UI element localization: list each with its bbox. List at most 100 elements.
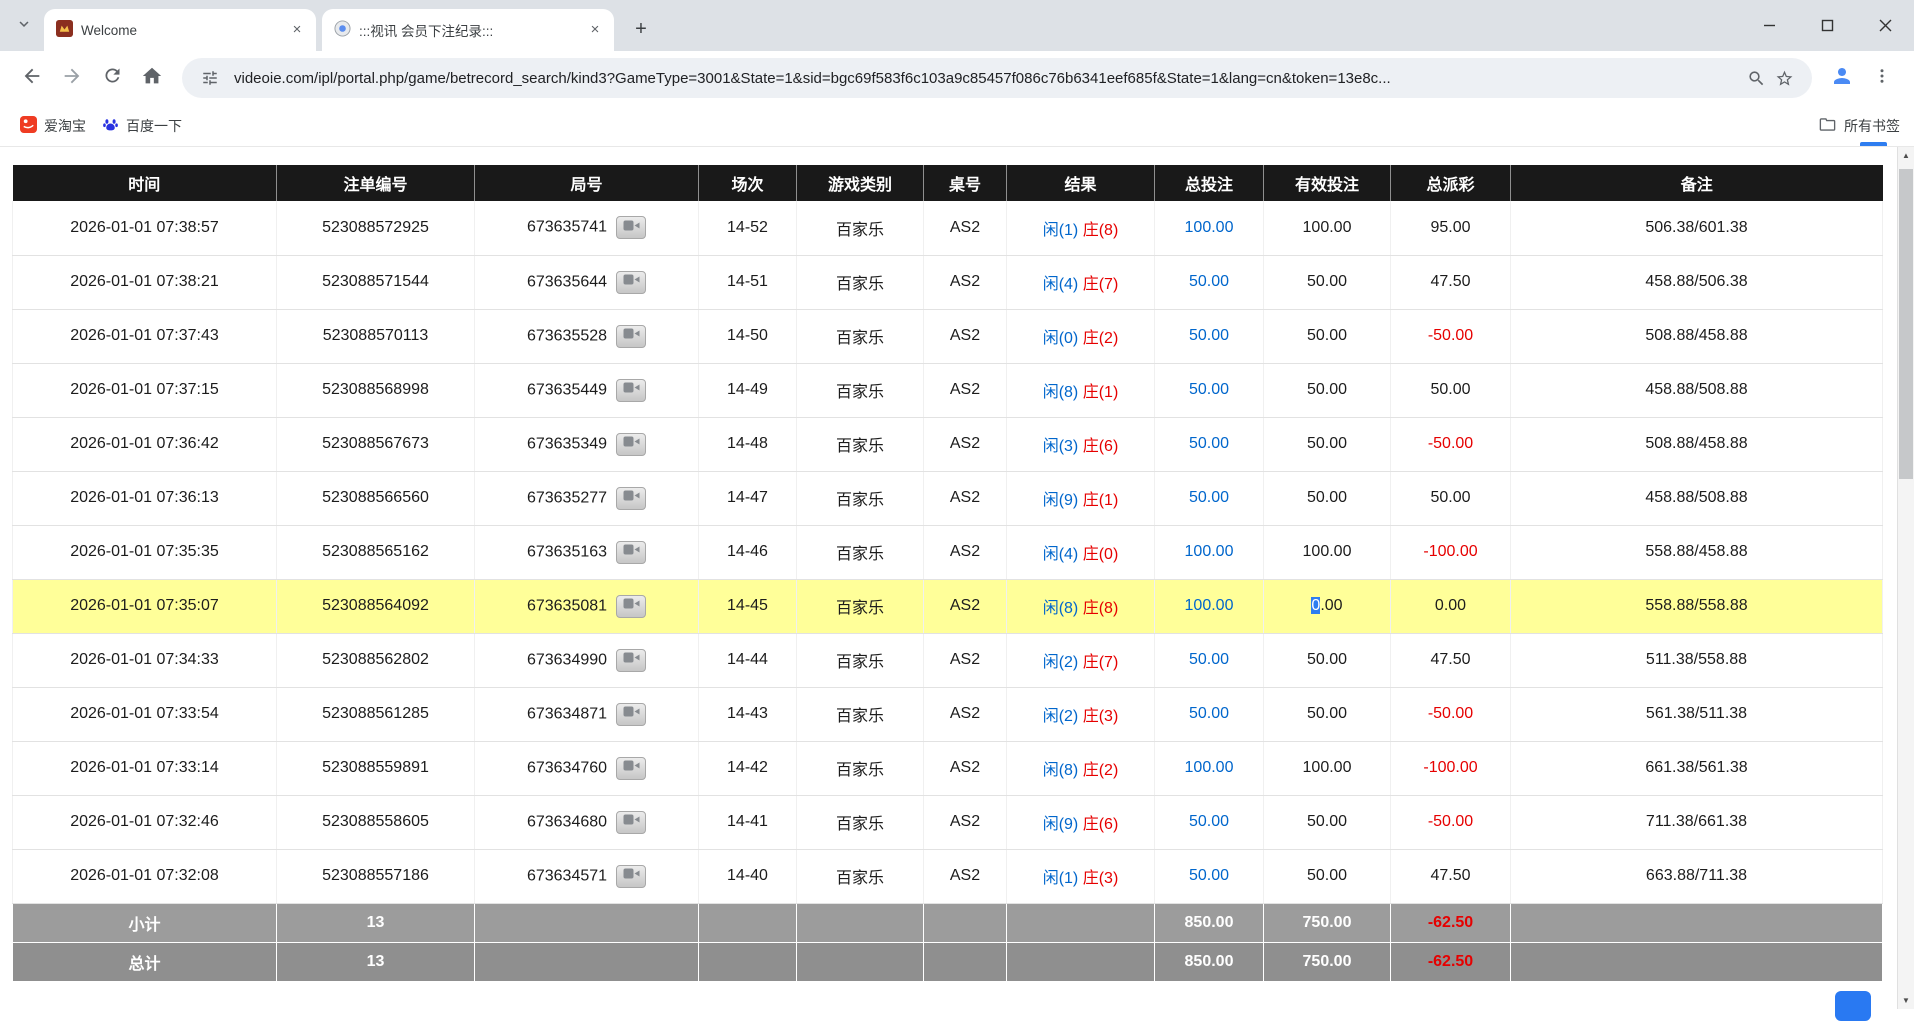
bookmark-baidu[interactable]: 百度一下 [94, 112, 190, 140]
cell-result: 闲(2) 庄(7) [1007, 633, 1155, 687]
player-result: 闲(9) [1043, 492, 1079, 509]
total-bet-link[interactable]: 100.00 [1185, 759, 1234, 776]
chevron-down-icon [15, 15, 33, 38]
video-replay-button[interactable] [616, 865, 646, 888]
browser-menu-button[interactable] [1862, 58, 1902, 98]
site-settings-icon[interactable] [196, 64, 224, 92]
cell-result: 闲(9) 庄(1) [1007, 471, 1155, 525]
video-camera-icon [623, 705, 640, 723]
total-bet-link[interactable]: 50.00 [1189, 435, 1229, 452]
forward-button[interactable] [52, 58, 92, 98]
table-row[interactable]: 2026-01-01 07:37:43523088570113673635528… [13, 309, 1883, 363]
total-bet-link[interactable]: 100.00 [1185, 597, 1234, 614]
total-bet-link[interactable]: 50.00 [1189, 327, 1229, 344]
table-row[interactable]: 2026-01-01 07:35:07523088564092673635081… [13, 579, 1883, 633]
footer-empty-cell [1007, 903, 1155, 942]
total-row: 总计 13 850.00 750.00 -62.50 [13, 942, 1883, 981]
cell-remark: 511.38/558.88 [1511, 633, 1883, 687]
floating-action-button[interactable] [1835, 991, 1871, 1021]
window-close-button[interactable] [1856, 0, 1914, 51]
total-count: 13 [277, 942, 475, 981]
table-row[interactable]: 2026-01-01 07:33:14523088559891673634760… [13, 741, 1883, 795]
video-replay-button[interactable] [616, 595, 646, 618]
banker-result: 庄(2) [1083, 330, 1119, 347]
video-replay-button[interactable] [616, 703, 646, 726]
zoom-icon[interactable] [1742, 64, 1770, 92]
tab-close-icon[interactable]: × [288, 21, 306, 39]
address-bar[interactable]: videoie.com/ipl/portal.php/game/betrecor… [182, 58, 1812, 98]
total-bet-link[interactable]: 100.00 [1185, 543, 1234, 560]
table-row[interactable]: 2026-01-01 07:33:54523088561285673634871… [13, 687, 1883, 741]
total-bet-link[interactable]: 50.00 [1189, 489, 1229, 506]
cell-payout: -50.00 [1391, 687, 1511, 741]
cell-session: 14-40 [699, 849, 797, 903]
video-replay-button[interactable] [616, 325, 646, 348]
cell-table-no: AS2 [924, 741, 1007, 795]
taobao-icon [20, 116, 37, 136]
col-header-payout: 总派彩 [1391, 165, 1511, 201]
home-button[interactable] [132, 58, 172, 98]
tab-bet-records[interactable]: :::视讯 会员下注纪录::: × [322, 9, 614, 51]
total-bet-link[interactable]: 50.00 [1189, 273, 1229, 290]
video-replay-button[interactable] [616, 811, 646, 834]
footer-empty-cell [924, 942, 1007, 981]
video-replay-button[interactable] [616, 433, 646, 456]
profile-avatar[interactable] [1822, 58, 1862, 98]
video-replay-button[interactable] [616, 541, 646, 564]
page-scrollbar[interactable]: ▲ ▼ [1897, 147, 1914, 1009]
new-tab-button[interactable]: + [626, 14, 656, 44]
player-result: 闲(2) [1043, 654, 1079, 671]
total-bet-link[interactable]: 50.00 [1189, 381, 1229, 398]
total-total-bet: 850.00 [1155, 942, 1264, 981]
video-replay-button[interactable] [616, 379, 646, 402]
cell-bet-id: 523088559891 [277, 741, 475, 795]
cell-session: 14-45 [699, 579, 797, 633]
table-row[interactable]: 2026-01-01 07:37:15523088568998673635449… [13, 363, 1883, 417]
back-button[interactable] [12, 58, 52, 98]
table-row[interactable]: 2026-01-01 07:38:57523088572925673635741… [13, 201, 1883, 255]
video-replay-button[interactable] [616, 271, 646, 294]
scrollbar-thumb[interactable] [1899, 169, 1913, 479]
player-result: 闲(3) [1043, 438, 1079, 455]
cell-round: 673634760 [475, 741, 699, 795]
cell-bet-id: 523088567673 [277, 417, 475, 471]
table-row[interactable]: 2026-01-01 07:36:42523088567673673635349… [13, 417, 1883, 471]
window-minimize-button[interactable] [1740, 0, 1798, 51]
table-row[interactable]: 2026-01-01 07:36:13523088566560673635277… [13, 471, 1883, 525]
table-row[interactable]: 2026-01-01 07:34:33523088562802673634990… [13, 633, 1883, 687]
cell-remark: 508.88/458.88 [1511, 417, 1883, 471]
window-maximize-button[interactable] [1798, 0, 1856, 51]
cell-total-bet: 50.00 [1155, 363, 1264, 417]
scrollbar-up-button[interactable]: ▲ [1898, 147, 1914, 164]
cell-valid-bet: 50.00 [1264, 687, 1391, 741]
total-bet-link[interactable]: 50.00 [1189, 813, 1229, 830]
total-bet-link[interactable]: 50.00 [1189, 651, 1229, 668]
video-replay-button[interactable] [616, 216, 646, 239]
cell-session: 14-44 [699, 633, 797, 687]
cell-table-no: AS2 [924, 687, 1007, 741]
total-bet-link[interactable]: 50.00 [1189, 867, 1229, 884]
video-replay-button[interactable] [616, 487, 646, 510]
bookmark-taobao[interactable]: 爱淘宝 [12, 112, 94, 140]
tab-welcome[interactable]: Welcome × [44, 9, 316, 51]
all-bookmarks-button[interactable]: 所有书签 [1818, 105, 1900, 147]
total-bet-link[interactable]: 100.00 [1185, 219, 1234, 236]
scrollbar-down-button[interactable]: ▼ [1898, 992, 1914, 1009]
reload-button[interactable] [92, 58, 132, 98]
total-bet-link[interactable]: 50.00 [1189, 705, 1229, 722]
url-text[interactable]: videoie.com/ipl/portal.php/game/betrecor… [234, 70, 1732, 87]
folder-icon [1818, 115, 1837, 137]
table-row[interactable]: 2026-01-01 07:32:46523088558605673634680… [13, 795, 1883, 849]
banker-result: 庄(7) [1083, 276, 1119, 293]
video-replay-button[interactable] [616, 649, 646, 672]
cell-table-no: AS2 [924, 201, 1007, 255]
video-camera-icon [623, 273, 640, 291]
table-row[interactable]: 2026-01-01 07:38:21523088571544673635644… [13, 255, 1883, 309]
table-row[interactable]: 2026-01-01 07:35:35523088565162673635163… [13, 525, 1883, 579]
subtotal-row: 小计 13 850.00 750.00 -62.50 [13, 903, 1883, 942]
table-row[interactable]: 2026-01-01 07:32:08523088557186673634571… [13, 849, 1883, 903]
bookmark-star-icon[interactable] [1770, 64, 1798, 92]
tab-search-button[interactable] [10, 12, 38, 40]
video-replay-button[interactable] [616, 757, 646, 780]
tab-close-icon[interactable]: × [586, 21, 604, 39]
